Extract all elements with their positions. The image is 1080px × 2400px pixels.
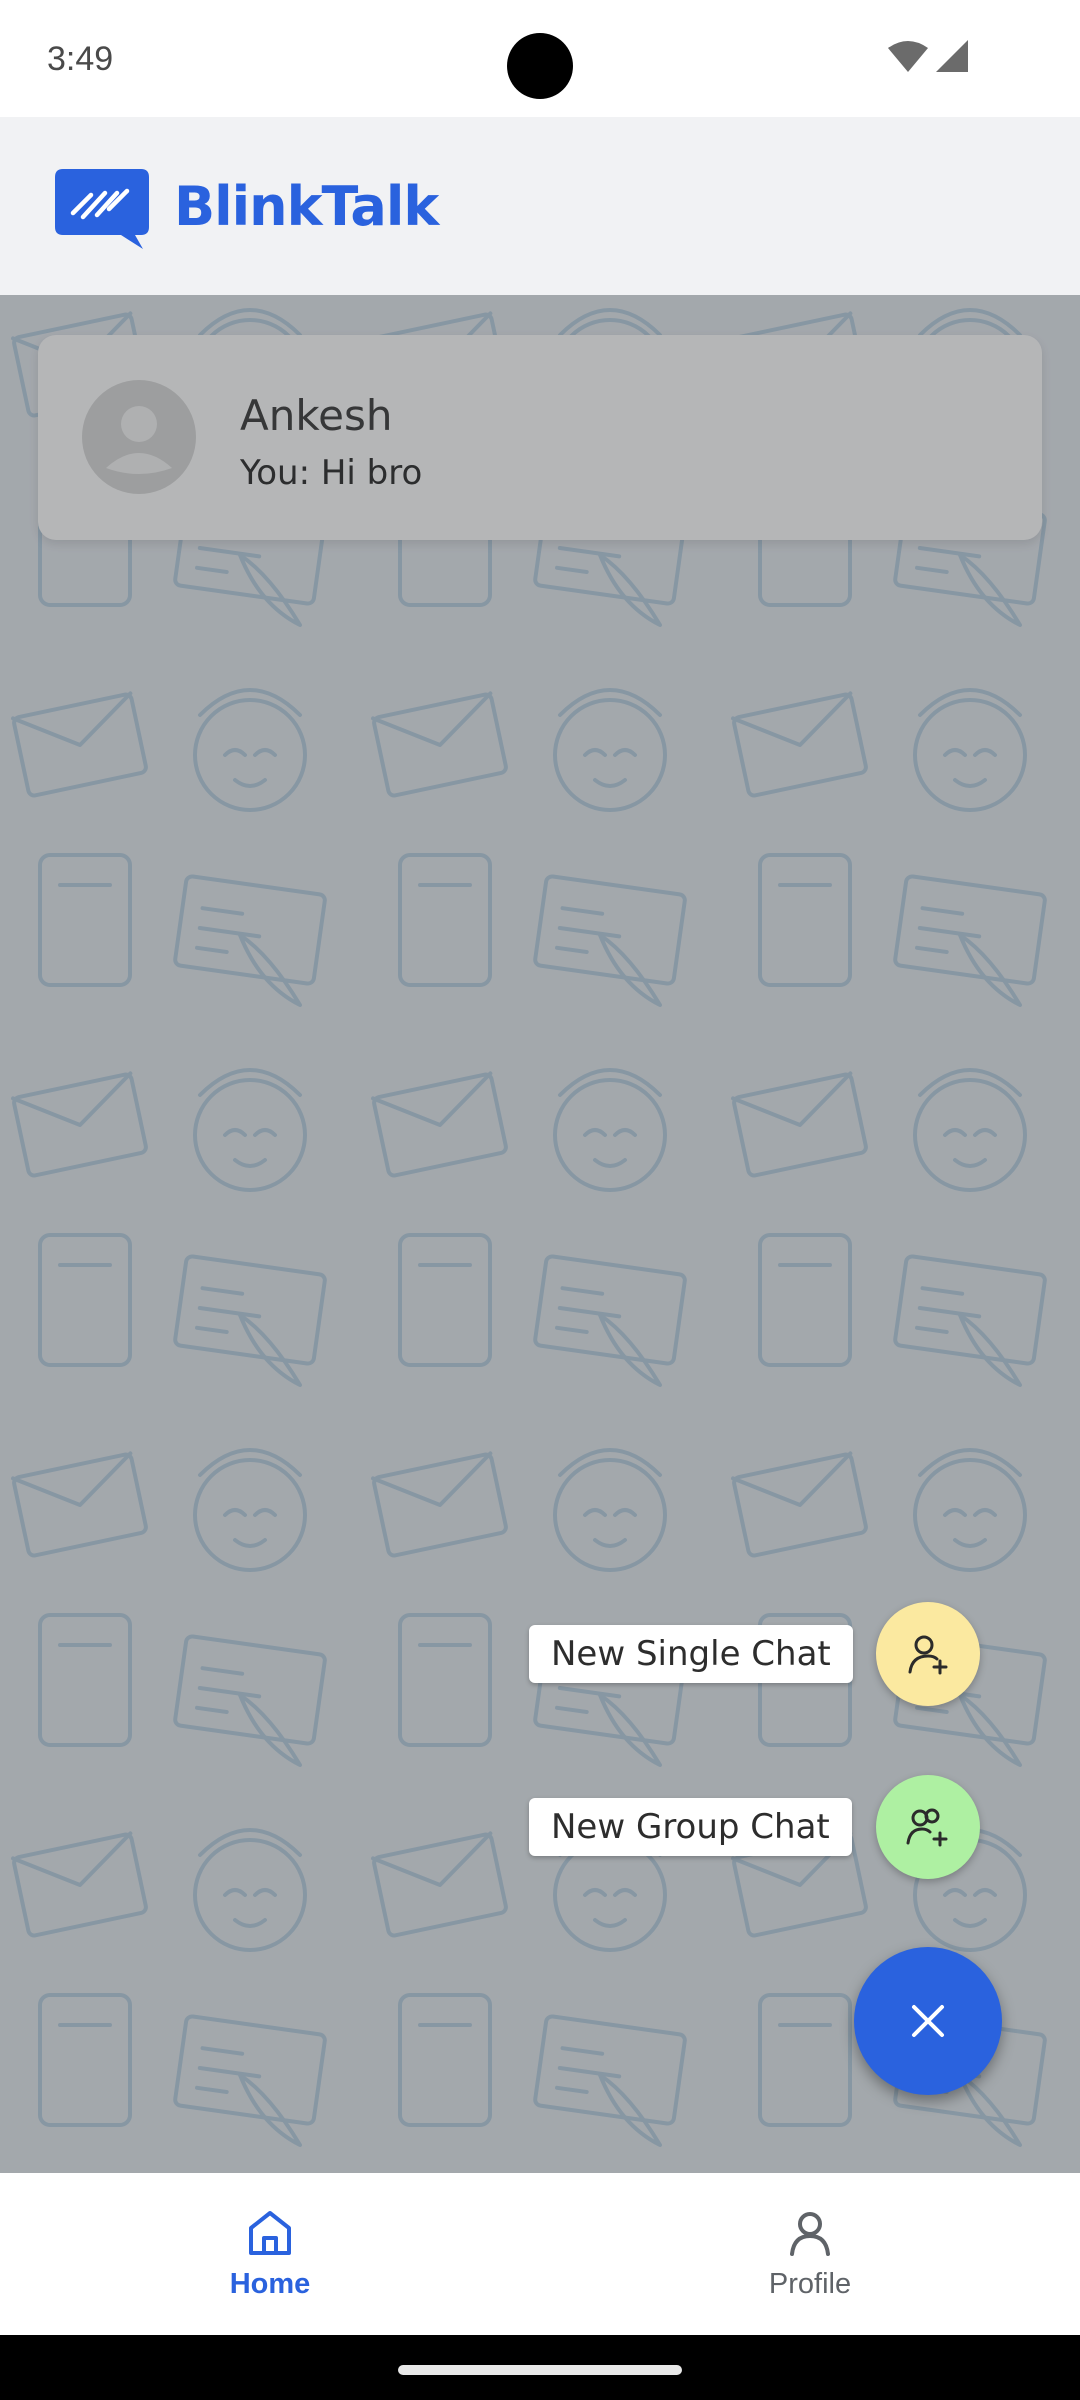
status-time: 3:49 bbox=[47, 40, 114, 78]
group-add-icon bbox=[906, 1808, 948, 1847]
speed-dial-scrim[interactable] bbox=[0, 295, 1080, 2173]
person-add-icon bbox=[908, 1635, 948, 1675]
new-single-chat-label[interactable]: New Single Chat bbox=[529, 1625, 853, 1683]
profile-icon bbox=[790, 2211, 830, 2256]
app-title: BlinkTalk bbox=[174, 175, 439, 238]
close-icon bbox=[912, 2005, 944, 2037]
status-bar: 3:49 bbox=[0, 0, 1080, 117]
new-group-chat-label[interactable]: New Group Chat bbox=[529, 1798, 852, 1856]
home-icon bbox=[249, 2210, 291, 2255]
bottom-navigation: Home Profile bbox=[0, 2173, 1080, 2335]
speed-dial-close-button[interactable] bbox=[854, 1947, 1002, 2095]
camera-cutout bbox=[507, 33, 573, 99]
gesture-handle[interactable] bbox=[398, 2365, 682, 2375]
nav-item-home[interactable]: Home bbox=[0, 2173, 540, 2335]
blinktalk-logo bbox=[55, 169, 149, 249]
screen: 3:49 BlinkTalk Ankesh You: Hi bro New Si… bbox=[0, 0, 1080, 2400]
new-single-chat-button[interactable] bbox=[876, 1602, 980, 1706]
nav-item-profile[interactable]: Profile bbox=[540, 2173, 1080, 2335]
status-icons bbox=[888, 40, 968, 74]
signal-icon bbox=[936, 40, 968, 72]
new-group-chat-button[interactable] bbox=[876, 1775, 980, 1879]
nav-label-profile: Profile bbox=[768, 2267, 852, 2300]
nav-label-home: Home bbox=[229, 2267, 311, 2300]
app-bar: BlinkTalk bbox=[0, 117, 1080, 295]
wifi-icon bbox=[888, 41, 928, 72]
gesture-navigation-area bbox=[0, 2335, 1080, 2400]
